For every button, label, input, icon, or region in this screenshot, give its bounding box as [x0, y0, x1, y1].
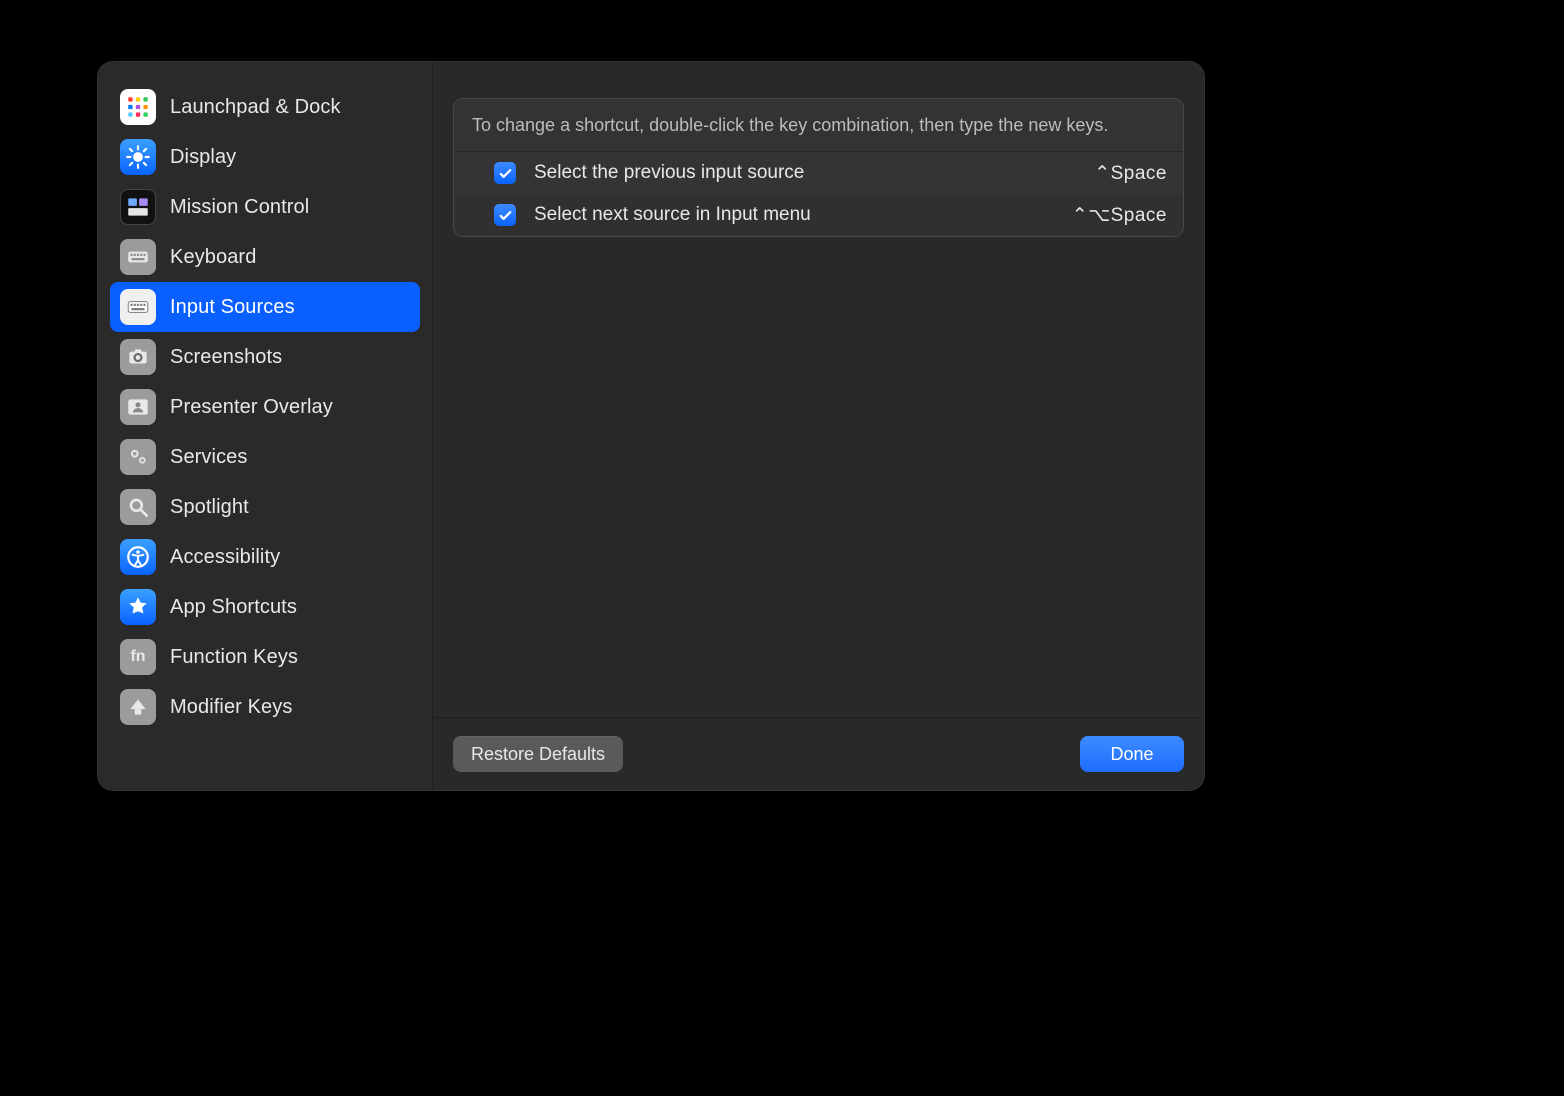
keyboard-shortcuts-window: Launchpad & Dock Display Mission Control…: [97, 61, 1205, 791]
sidebar-item-label: Spotlight: [170, 496, 249, 519]
appshortcuts-icon: [120, 589, 156, 625]
sidebar-item-label: Display: [170, 146, 236, 169]
sidebar-item-label: Launchpad & Dock: [170, 96, 341, 119]
content-area: To change a shortcut, double-click the k…: [433, 62, 1204, 790]
sidebar-item-presenter-overlay[interactable]: Presenter Overlay: [110, 382, 420, 432]
sidebar-item-label: Accessibility: [170, 546, 280, 569]
checkbox-next-input-source[interactable]: [494, 204, 516, 226]
input-icon: [120, 289, 156, 325]
keyboard-icon: [120, 239, 156, 275]
sidebar-item-label: Screenshots: [170, 346, 282, 369]
sidebar-item-label: Input Sources: [170, 296, 295, 319]
functionkeys-icon: fn: [120, 639, 156, 675]
shortcut-label: Select the previous input source: [534, 162, 1076, 184]
sidebar-item-label: Modifier Keys: [170, 696, 292, 719]
shortcut-row[interactable]: Select next source in Input menu ⌃⌥Space: [454, 194, 1183, 236]
sidebar: Launchpad & Dock Display Mission Control…: [98, 62, 433, 790]
footer: Restore Defaults Done: [433, 717, 1204, 790]
sidebar-item-label: Presenter Overlay: [170, 396, 333, 419]
shortcut-keys[interactable]: ⌃⌥Space: [1072, 204, 1167, 227]
sidebar-item-launchpad[interactable]: Launchpad & Dock: [110, 82, 420, 132]
shortcut-label: Select next source in Input menu: [534, 204, 1054, 226]
sidebar-item-label: App Shortcuts: [170, 596, 297, 619]
content-main: To change a shortcut, double-click the k…: [433, 62, 1204, 717]
sidebar-item-modifier-keys[interactable]: Modifier Keys: [110, 682, 420, 732]
sidebar-item-function-keys[interactable]: fn Function Keys: [110, 632, 420, 682]
sidebar-item-display[interactable]: Display: [110, 132, 420, 182]
check-icon: [498, 166, 513, 181]
panel-instruction: To change a shortcut, double-click the k…: [454, 99, 1183, 152]
sidebar-item-label: Function Keys: [170, 646, 298, 669]
restore-defaults-button[interactable]: Restore Defaults: [453, 736, 623, 772]
shortcut-row[interactable]: Select the previous input source ⌃Space: [454, 152, 1183, 194]
mission-icon: [120, 189, 156, 225]
shortcut-keys[interactable]: ⌃Space: [1094, 162, 1167, 185]
spotlight-icon: [120, 489, 156, 525]
sidebar-item-keyboard[interactable]: Keyboard: [110, 232, 420, 282]
checkbox-previous-input-source[interactable]: [494, 162, 516, 184]
display-icon: [120, 139, 156, 175]
sidebar-item-services[interactable]: Services: [110, 432, 420, 482]
sidebar-item-accessibility[interactable]: Accessibility: [110, 532, 420, 582]
sidebar-item-app-shortcuts[interactable]: App Shortcuts: [110, 582, 420, 632]
sidebar-item-input-sources[interactable]: Input Sources: [110, 282, 420, 332]
sidebar-item-label: Keyboard: [170, 246, 256, 269]
services-icon: [120, 439, 156, 475]
sidebar-item-spotlight[interactable]: Spotlight: [110, 482, 420, 532]
launchpad-icon: [120, 89, 156, 125]
accessibility-icon: [120, 539, 156, 575]
check-icon: [498, 208, 513, 223]
sidebar-item-label: Mission Control: [170, 196, 309, 219]
modifierkeys-icon: [120, 689, 156, 725]
shortcut-panel: To change a shortcut, double-click the k…: [453, 98, 1184, 237]
sidebar-item-mission-control[interactable]: Mission Control: [110, 182, 420, 232]
shortcut-rows: Select the previous input source ⌃Space …: [454, 152, 1183, 236]
done-button[interactable]: Done: [1080, 736, 1184, 772]
presenter-icon: [120, 389, 156, 425]
sidebar-item-screenshots[interactable]: Screenshots: [110, 332, 420, 382]
screenshots-icon: [120, 339, 156, 375]
sidebar-item-label: Services: [170, 446, 248, 469]
